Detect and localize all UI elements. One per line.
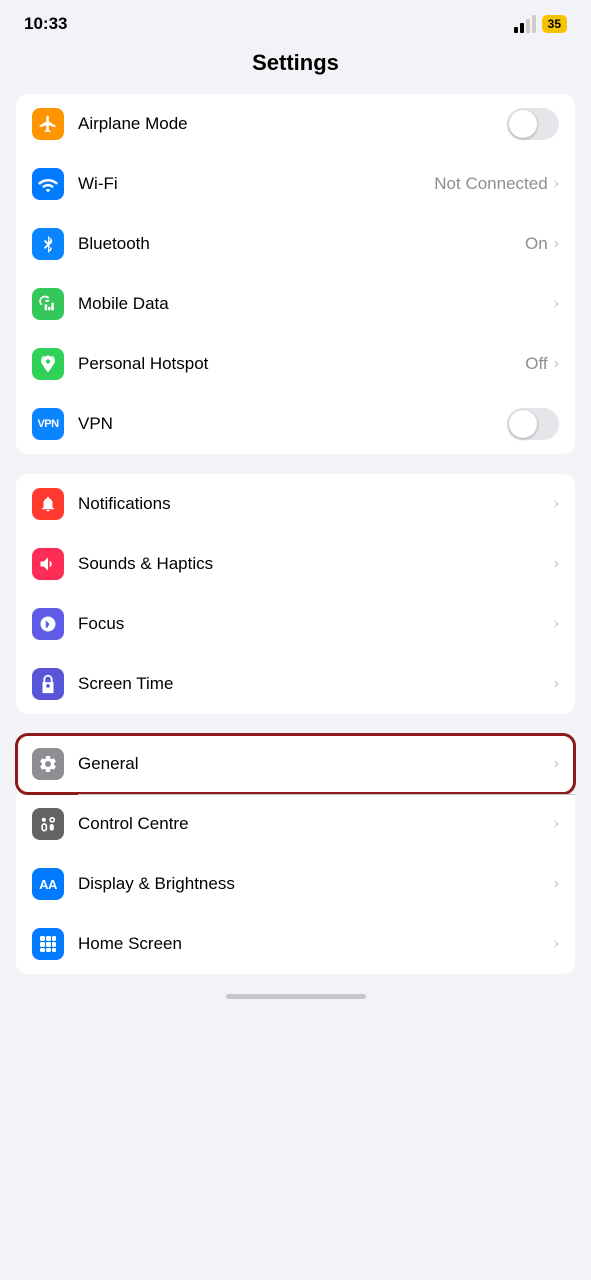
- focus-row[interactable]: Focus ›: [16, 594, 575, 654]
- wifi-value: Not Connected: [434, 174, 547, 194]
- bluetooth-value: On: [525, 234, 548, 254]
- personal-hotspot-row[interactable]: Personal Hotspot Off ›: [16, 334, 575, 394]
- wifi-row[interactable]: Wi-Fi Not Connected ›: [16, 154, 575, 214]
- personal-hotspot-chevron: ›: [554, 355, 559, 373]
- connectivity-group: Airplane Mode Wi-Fi Not Connected › Blue…: [16, 94, 575, 454]
- general-icon: [32, 748, 64, 780]
- mobile-data-row[interactable]: Mobile Data ›: [16, 274, 575, 334]
- sounds-haptics-chevron: ›: [554, 555, 559, 573]
- general-group-wrapper: General › Control Centre › AA Display & …: [16, 734, 575, 974]
- home-screen-icon: [32, 928, 64, 960]
- sounds-haptics-icon: [32, 548, 64, 580]
- display-brightness-icon: AA: [32, 868, 64, 900]
- airplane-mode-row[interactable]: Airplane Mode: [16, 94, 575, 154]
- mobile-data-label: Mobile Data: [78, 294, 554, 314]
- general-label: General: [78, 754, 554, 774]
- control-centre-chevron: ›: [554, 815, 559, 833]
- vpn-label: VPN: [78, 414, 507, 434]
- wifi-chevron: ›: [554, 175, 559, 193]
- screen-time-label: Screen Time: [78, 674, 554, 694]
- home-screen-label: Home Screen: [78, 934, 554, 954]
- screen-time-icon: [32, 668, 64, 700]
- mobile-data-chevron: ›: [554, 295, 559, 313]
- personal-hotspot-value: Off: [525, 354, 547, 374]
- mobile-data-icon: [32, 288, 64, 320]
- vpn-row[interactable]: VPN VPN: [16, 394, 575, 454]
- display-brightness-row[interactable]: AA Display & Brightness ›: [16, 854, 575, 914]
- display-brightness-label: Display & Brightness: [78, 874, 554, 894]
- bluetooth-chevron: ›: [554, 235, 559, 253]
- focus-label: Focus: [78, 614, 554, 634]
- focus-chevron: ›: [554, 615, 559, 633]
- signal-bars: [514, 15, 536, 33]
- general-chevron: ›: [554, 755, 559, 773]
- vpn-toggle[interactable]: [507, 408, 559, 440]
- display-group: Control Centre › AA Display & Brightness…: [16, 794, 575, 974]
- bluetooth-icon: [32, 228, 64, 260]
- focus-icon: [32, 608, 64, 640]
- signal-bar-2: [520, 23, 524, 33]
- notifications-icon: [32, 488, 64, 520]
- screen-time-row[interactable]: Screen Time ›: [16, 654, 575, 714]
- general-row[interactable]: General ›: [16, 734, 575, 794]
- home-screen-row[interactable]: Home Screen ›: [16, 914, 575, 974]
- notifications-row[interactable]: Notifications ›: [16, 474, 575, 534]
- notifications-group: Notifications › Sounds & Haptics › Focus…: [16, 474, 575, 714]
- control-centre-row[interactable]: Control Centre ›: [16, 794, 575, 854]
- home-indicator: [226, 994, 366, 999]
- airplane-mode-toggle[interactable]: [507, 108, 559, 140]
- bluetooth-label: Bluetooth: [78, 234, 525, 254]
- airplane-mode-label: Airplane Mode: [78, 114, 507, 134]
- page-title: Settings: [0, 42, 591, 94]
- wifi-label: Wi-Fi: [78, 174, 434, 194]
- sounds-haptics-label: Sounds & Haptics: [78, 554, 554, 574]
- display-brightness-chevron: ›: [554, 875, 559, 893]
- control-centre-icon: [32, 808, 64, 840]
- screen-time-chevron: ›: [554, 675, 559, 693]
- personal-hotspot-icon: [32, 348, 64, 380]
- home-screen-chevron: ›: [554, 935, 559, 953]
- signal-bar-1: [514, 27, 518, 33]
- notifications-label: Notifications: [78, 494, 554, 514]
- sounds-haptics-row[interactable]: Sounds & Haptics ›: [16, 534, 575, 594]
- signal-bar-3: [526, 19, 530, 33]
- status-bar: 10:33 35: [0, 0, 591, 42]
- airplane-mode-icon: [32, 108, 64, 140]
- notifications-chevron: ›: [554, 495, 559, 513]
- control-centre-label: Control Centre: [78, 814, 554, 834]
- signal-bar-4: [532, 15, 536, 33]
- bluetooth-row[interactable]: Bluetooth On ›: [16, 214, 575, 274]
- wifi-icon: [32, 168, 64, 200]
- status-time: 10:33: [24, 14, 67, 34]
- status-right: 35: [514, 15, 567, 33]
- personal-hotspot-label: Personal Hotspot: [78, 354, 525, 374]
- battery-badge: 35: [542, 15, 567, 33]
- vpn-icon: VPN: [32, 408, 64, 440]
